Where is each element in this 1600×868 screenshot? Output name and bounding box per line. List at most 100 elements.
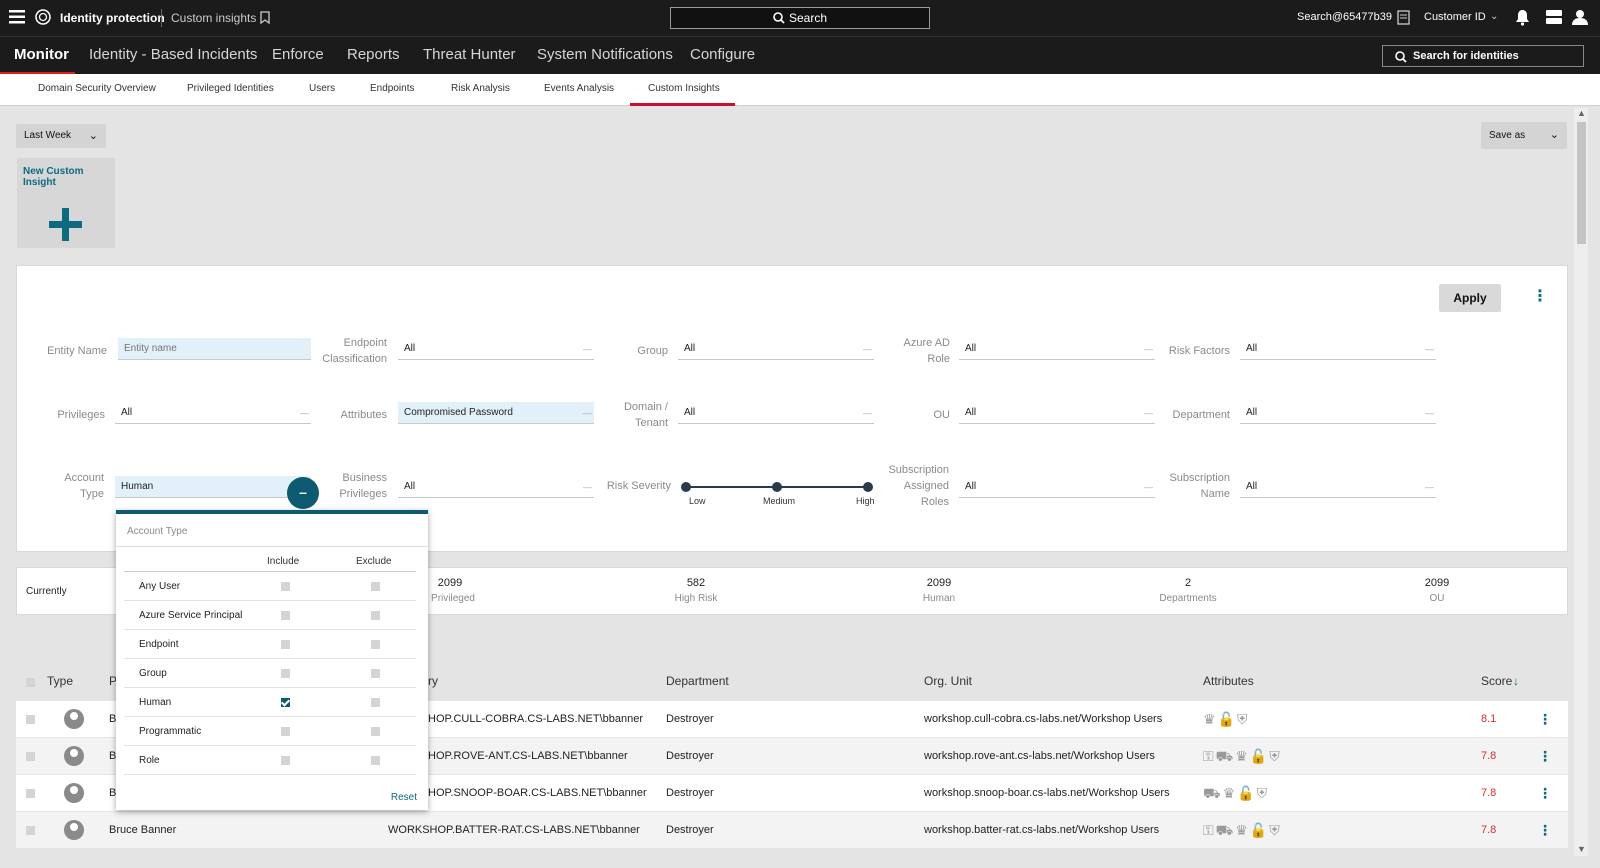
azure-ad-role-select[interactable]: All — (959, 338, 1155, 360)
chevron-down-icon[interactable]: ⌄ (1490, 11, 1498, 22)
global-search-button[interactable]: Search (670, 7, 930, 29)
exclude-checkbox[interactable] (371, 756, 380, 765)
tab-endpoints[interactable]: Endpoints (370, 83, 414, 94)
exclude-checkbox[interactable] (371, 640, 380, 649)
identity-search-input[interactable]: Search for identities (1382, 45, 1584, 67)
nav-reports[interactable]: Reports (347, 43, 400, 67)
header-account[interactable]: ry (428, 674, 438, 688)
table-row[interactable] (16, 812, 1568, 849)
exclude-checkbox[interactable] (371, 582, 380, 591)
subscription-name-select[interactable]: All — (1240, 476, 1436, 498)
exclude-checkbox[interactable] (371, 727, 380, 736)
user-icon[interactable] (1572, 9, 1588, 26)
privileges-select[interactable]: All — (115, 402, 311, 424)
subscription-roles-select[interactable]: All — (959, 476, 1155, 498)
select-all-checkbox[interactable] (26, 678, 35, 687)
tab-custom-insights[interactable]: Custom Insights (648, 83, 720, 94)
include-checkbox[interactable] (281, 669, 290, 678)
attributes-select[interactable]: Compromised Password — (398, 402, 594, 424)
row-checkbox[interactable] (26, 715, 35, 724)
include-checkbox[interactable] (281, 756, 290, 765)
nav-threat-hunter[interactable]: Threat Hunter (423, 43, 516, 67)
attributes-value: Compromised Password (404, 407, 513, 418)
tab-events-analysis[interactable]: Events Analysis (544, 83, 614, 94)
more-options-icon[interactable]: ⋮ (1532, 286, 1548, 306)
messages-icon[interactable] (1546, 10, 1562, 25)
breadcrumb[interactable]: Custom insights (171, 11, 256, 25)
department-select[interactable]: All — (1240, 402, 1436, 424)
apply-button[interactable]: Apply (1439, 284, 1501, 312)
entity-name-input[interactable] (118, 338, 311, 360)
header-type[interactable]: Type (47, 674, 73, 688)
account-name[interactable]: Search@65477b39 (1297, 11, 1392, 23)
exclude-checkbox[interactable] (371, 698, 380, 707)
tab-domain-security-overview[interactable]: Domain Security Overview (38, 83, 156, 94)
risk-factors-select[interactable]: All — (1240, 338, 1436, 360)
include-checkbox[interactable] (281, 727, 290, 736)
nav-configure[interactable]: Configure (690, 43, 755, 67)
nav-identity-incidents[interactable]: Identity - Based Incidents (89, 43, 257, 67)
row-checkbox[interactable] (26, 752, 35, 761)
row-name[interactable]: Bruce Banner (109, 812, 176, 849)
stat-label: Human (922, 593, 956, 604)
exclude-checkbox[interactable] (371, 669, 380, 678)
nav-enforce[interactable]: Enforce (272, 43, 324, 67)
chevron-down-icon: ⌄ (88, 130, 98, 142)
include-checkbox[interactable] (281, 611, 290, 620)
scrollbar-thumb[interactable] (1577, 122, 1586, 244)
include-checkbox[interactable] (281, 640, 290, 649)
attribute-icons[interactable]: ⚿⛟♛🔓⛨ (1203, 738, 1282, 775)
nav-system-notifications[interactable]: System Notifications (537, 43, 673, 67)
menu-icon[interactable] (9, 10, 25, 24)
header-org-unit[interactable]: Org. Unit (924, 674, 972, 688)
attribute-icons[interactable]: ⛟♛🔓⛨ (1203, 775, 1269, 812)
tab-privileged-identities[interactable]: Privileged Identities (187, 83, 274, 94)
nav-monitor[interactable]: Monitor (14, 43, 69, 67)
subscription-roles-label-1: Subscription (888, 464, 949, 476)
sort-arrow-icon[interactable]: ↓ (1513, 674, 1519, 688)
row-org-unit: workshop.batter-rat.cs-labs.net/Workshop… (924, 824, 1160, 836)
domain-tenant-select[interactable]: All — (678, 402, 874, 424)
endpoint-classification-select[interactable]: All — (398, 338, 594, 360)
include-checkbox[interactable] (281, 582, 290, 591)
row-menu-icon[interactable]: ⋮ (1538, 701, 1552, 738)
option-label: Role (139, 755, 160, 766)
save-as-select[interactable]: Save as ⌄ (1481, 122, 1567, 149)
attribute-icons[interactable]: ⚿⛟♛🔓⛨ (1203, 812, 1282, 849)
search-label: Search (788, 11, 828, 25)
group-select[interactable]: All — (678, 338, 874, 360)
exclude-checkbox[interactable] (371, 611, 380, 620)
bell-icon[interactable] (1515, 9, 1530, 26)
scroll-up-icon[interactable]: ▲ (1577, 108, 1586, 118)
row-checkbox[interactable] (26, 826, 35, 835)
row-checkbox[interactable] (26, 789, 35, 798)
ou-select[interactable]: All — (959, 402, 1155, 424)
stat-label: OU (1429, 593, 1445, 604)
attribute-icons[interactable]: ♛🔓⛨ (1203, 701, 1249, 738)
domain-tenant-label-1: Domain / (623, 401, 668, 413)
header-attributes[interactable]: Attributes (1203, 674, 1254, 688)
include-checkbox-checked[interactable] (281, 698, 290, 707)
row-menu-icon[interactable]: ⋮ (1538, 812, 1552, 849)
header-department[interactable]: Department (666, 674, 729, 688)
row-menu-icon[interactable]: ⋮ (1538, 738, 1552, 775)
bookmark-icon[interactable] (260, 11, 270, 24)
tab-users[interactable]: Users (309, 83, 335, 94)
row-account: WORKSHOP.BATTER-RAT.CS-LABS.NET\bbanner (388, 824, 640, 836)
user-avatar-icon (64, 783, 84, 803)
reset-link[interactable]: Reset (391, 792, 417, 803)
account-type-select[interactable]: Human (115, 476, 311, 498)
header-score[interactable]: Score (1481, 674, 1512, 688)
business-privileges-select[interactable]: All — (398, 476, 594, 498)
customer-id[interactable]: Customer ID (1424, 11, 1486, 23)
azure-ad-role-label-1: Azure AD (903, 337, 950, 349)
document-icon[interactable] (1397, 10, 1410, 25)
scroll-down-icon[interactable]: ▼ (1577, 844, 1586, 854)
time-range-select[interactable]: Last Week ⌄ (16, 124, 106, 148)
row-menu-icon[interactable]: ⋮ (1538, 775, 1552, 812)
ou-value: All (965, 407, 977, 418)
slider-handle-medium[interactable] (772, 482, 782, 492)
tab-risk-analysis[interactable]: Risk Analysis (451, 83, 510, 94)
risk-factors-label: Risk Factors (1168, 345, 1230, 357)
slider-handle-low[interactable] (681, 482, 691, 492)
